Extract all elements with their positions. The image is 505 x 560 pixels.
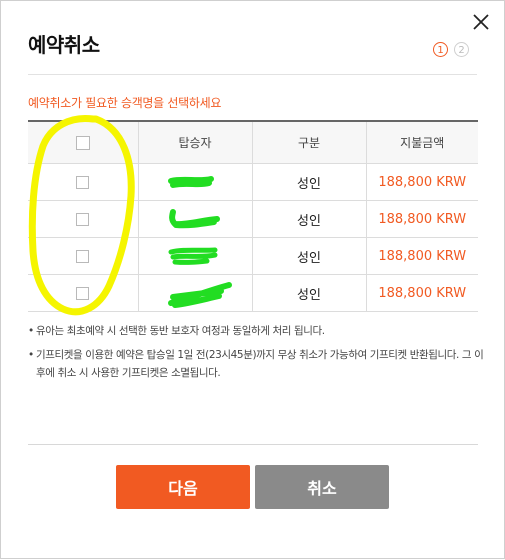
- redacted-name-mark: [167, 176, 214, 188]
- column-header-amount: 지불금액: [365, 120, 478, 164]
- checkbox-cell: [28, 237, 139, 275]
- cancel-button[interactable]: 취소: [255, 465, 389, 509]
- passenger-type: 성인: [251, 274, 367, 312]
- paid-amount: 188,800 KRW: [365, 200, 478, 238]
- passenger-name-cell: [137, 200, 253, 238]
- step-indicator: 1 2: [433, 42, 469, 57]
- passenger-name-cell: [137, 163, 253, 201]
- passenger-name-cell: [137, 237, 253, 275]
- redacted-name-mark: [167, 282, 232, 308]
- title-divider: [28, 74, 477, 75]
- column-header-type: 구분: [251, 120, 367, 164]
- passenger-type: 성인: [251, 237, 367, 275]
- footer-divider: [28, 444, 478, 445]
- notice-infant: 유아는 최초예약 시 선택한 동반 보호자 여정과 동일하게 처리 됩니다.: [28, 322, 488, 340]
- step-2-indicator: 2: [454, 42, 469, 57]
- passenger-table: 탑승자 구분 지불금액 성인 188,800 KRW 성인 188,800 KR…: [28, 120, 478, 312]
- paid-amount: 188,800 KRW: [365, 237, 478, 275]
- passenger-type: 성인: [251, 163, 367, 201]
- column-header-passenger: 탑승자: [137, 120, 253, 164]
- passenger-checkbox[interactable]: [76, 175, 90, 189]
- checkbox-cell: [28, 274, 139, 312]
- checkbox-cell: [28, 163, 139, 201]
- select-all-checkbox[interactable]: [75, 135, 90, 150]
- table-row[interactable]: 성인 188,800 KRW: [28, 237, 478, 275]
- close-icon[interactable]: [467, 9, 495, 37]
- redacted-name-mark: [168, 209, 220, 229]
- checkbox-cell: [28, 200, 139, 238]
- passenger-type: 성인: [251, 200, 367, 238]
- table-row[interactable]: 성인 188,800 KRW: [28, 274, 478, 312]
- table-header-row: 탑승자 구분 지불금액: [28, 120, 478, 164]
- cancel-reservation-dialog: 예약취소 1 2 예약취소가 필요한 승객명을 선택하세요 탑승자 구분 지불금…: [0, 0, 505, 559]
- select-all-cell: [28, 120, 139, 164]
- instruction-text: 예약취소가 필요한 승객명을 선택하세요: [28, 96, 222, 110]
- passenger-name-cell: [137, 274, 253, 312]
- step-1-indicator: 1: [433, 42, 448, 57]
- paid-amount: 188,800 KRW: [365, 163, 478, 201]
- passenger-checkbox[interactable]: [76, 286, 90, 300]
- passenger-checkbox[interactable]: [76, 212, 90, 226]
- paid-amount: 188,800 KRW: [365, 274, 478, 312]
- passenger-checkbox[interactable]: [76, 249, 90, 263]
- notice-gifticket: 기프티켓을 이용한 예약은 탑승일 1일 전(23시45분)까지 무상 취소가 …: [28, 346, 488, 382]
- table-row[interactable]: 성인 188,800 KRW: [28, 200, 478, 238]
- notice-list: 유아는 최초예약 시 선택한 동반 보호자 여정과 동일하게 처리 됩니다. 기…: [28, 322, 488, 388]
- table-row[interactable]: 성인 188,800 KRW: [28, 163, 478, 201]
- next-button[interactable]: 다음: [116, 465, 250, 509]
- dialog-title: 예약취소: [28, 33, 100, 57]
- redacted-name-mark: [168, 247, 217, 265]
